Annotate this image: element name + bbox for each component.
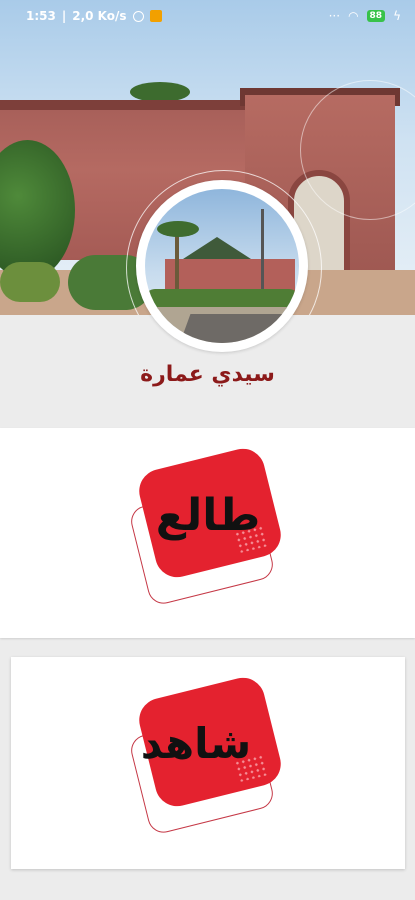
battery-icon: 88 <box>366 10 386 22</box>
charging-icon: ϟ <box>393 9 401 23</box>
more-icon: ··· <box>328 9 341 23</box>
app-notification-icon <box>149 10 162 22</box>
palm-trunk <box>175 227 179 297</box>
bush <box>0 262 60 302</box>
wifi-icon: ◠ <box>348 9 359 23</box>
read-label: طالع <box>155 490 261 541</box>
pavilion-roof <box>183 237 251 259</box>
read-card[interactable]: طالع <box>0 428 415 638</box>
watch-label: شاهد <box>140 719 252 768</box>
status-separator: | <box>61 9 67 23</box>
network-speed: 2,0 Ko/s <box>72 9 127 23</box>
status-left: 1:53 | 2,0 Ko/s <box>26 9 162 23</box>
watch-logo[interactable]: شاهد <box>118 673 298 847</box>
status-time: 1:53 <box>26 9 56 23</box>
place-avatar-image <box>145 189 299 343</box>
watch-card[interactable]: شاهد <box>11 657 405 869</box>
data-saver-icon <box>132 10 144 22</box>
path <box>179 314 299 343</box>
place-title: سيدي عمارة <box>140 362 275 387</box>
status-bar: 1:53 | 2,0 Ko/s ··· ◠ 88 ϟ <box>0 0 415 32</box>
palm-leaves <box>157 221 199 237</box>
palm-tree <box>130 82 190 102</box>
place-avatar <box>136 180 308 352</box>
read-logo[interactable]: طالع <box>118 444 298 618</box>
status-right: ··· ◠ 88 ϟ <box>329 9 401 23</box>
hedge <box>145 289 299 309</box>
